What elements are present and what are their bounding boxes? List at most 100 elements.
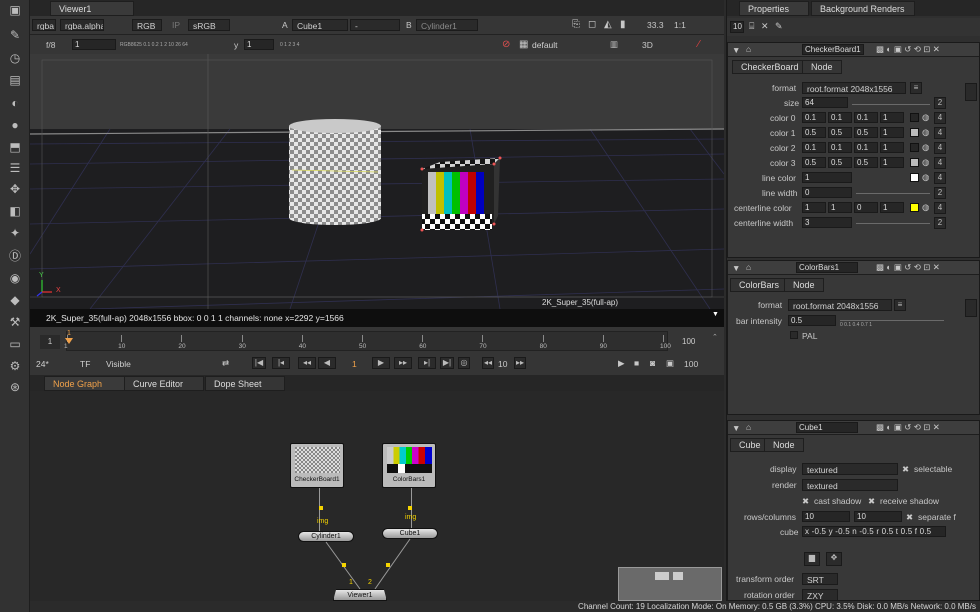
bar-intensity-field[interactable]: 0.5 — [788, 315, 836, 326]
color-channels-button[interactable]: 4 — [934, 112, 946, 124]
lock-icon[interactable]: ⌸ — [749, 21, 754, 32]
color-swatch[interactable] — [910, 128, 919, 137]
panel-tools-icon[interactable]: ▩ ◐ ▣ ↺ ⟲ ⊡ ✕ — [876, 422, 940, 433]
transform-order-dropdown[interactable]: SRT — [802, 573, 838, 585]
color-component-field[interactable]: 1 — [880, 142, 904, 153]
tf-dropdown[interactable]: TF — [76, 358, 100, 370]
fps-dropdown[interactable]: 24* — [32, 358, 72, 370]
selectable-checkbox[interactable]: ✖ — [902, 464, 909, 475]
node-cylinder[interactable]: Cylinder1 — [298, 531, 354, 542]
fstop-label[interactable]: f/8 — [46, 40, 55, 50]
3d-icon[interactable]: ◧ — [6, 203, 24, 219]
color-component-field[interactable]: 0.1 — [854, 112, 878, 123]
curve-icon[interactable] — [965, 83, 977, 101]
visible-dropdown[interactable]: Visible — [102, 358, 144, 370]
format-edit-button[interactable]: ≡ — [910, 82, 922, 94]
color-component-field[interactable]: 0.1 — [854, 142, 878, 153]
info-collapse-icon[interactable]: ▼ — [712, 311, 719, 318]
nuke-icon[interactable]: ⊛ — [6, 379, 24, 395]
tab-properties[interactable]: Properties — [739, 1, 809, 16]
tab-dope-sheet[interactable]: Dope Sheet — [205, 376, 285, 391]
tab-node[interactable]: Node — [764, 438, 804, 452]
line-width-slider[interactable] — [856, 190, 930, 194]
line-width-channels[interactable]: 2 — [934, 187, 946, 199]
line-color-swatch[interactable] — [910, 173, 919, 182]
filter-icon[interactable]: ● — [6, 117, 24, 133]
a-input-dropdown[interactable]: Cube1 — [292, 19, 348, 31]
color-icon[interactable]: ◐ — [6, 95, 24, 111]
render-icon[interactable]: ■ — [634, 358, 639, 368]
color-picker-icon[interactable]: ◍ — [922, 127, 929, 138]
color-component-field[interactable]: 0.5 — [802, 157, 826, 168]
node-colorbars[interactable]: ColorBars1 — [382, 443, 436, 488]
pencil-icon[interactable]: ✎ — [775, 21, 783, 32]
particles-icon[interactable]: ✦ — [6, 225, 24, 241]
pick-icon[interactable]: ⁄ — [698, 39, 700, 50]
end-frame[interactable]: 100 — [684, 359, 698, 369]
gain-slider-ticks[interactable]: RGB8625 0.1 0.2 1 2 10 26 64 — [120, 42, 188, 48]
format-edit-button[interactable]: ≡ — [894, 299, 906, 311]
image-icon[interactable]: ▣ — [6, 2, 24, 18]
node-color-icon[interactable]: ⌂ — [746, 422, 751, 432]
max-panels-field[interactable]: 10 — [730, 21, 744, 33]
display-dropdown[interactable]: textured — [802, 463, 898, 475]
line-width-field[interactable]: 0 — [802, 187, 852, 198]
next-increment-button[interactable]: ▸▸ — [394, 357, 412, 369]
composite-dropdown[interactable]: - — [350, 19, 400, 31]
centerline-width-channels[interactable]: 2 — [934, 217, 946, 229]
tab-curve-editor[interactable]: Curve Editor — [124, 376, 204, 391]
color-swatch[interactable] — [910, 158, 919, 167]
wipe-icon[interactable]: ⎘ — [572, 19, 580, 30]
merge-icon[interactable]: ☰ — [6, 160, 24, 176]
time-icon[interactable]: ◷ — [6, 50, 24, 66]
color-component-field[interactable]: 0.5 — [828, 127, 852, 138]
current-frame[interactable]: 1 — [352, 359, 357, 369]
color-picker-icon[interactable]: ◍ — [922, 202, 929, 213]
step-forward-button[interactable]: ▸▸ — [514, 357, 526, 369]
no-input-icon[interactable]: ⊘ — [502, 39, 510, 50]
zoom-value[interactable]: 33.3 — [647, 20, 664, 30]
node-name-field[interactable]: Cube1 — [796, 422, 858, 433]
play-forward-button[interactable]: ▶ — [372, 357, 390, 369]
node-viewer[interactable]: Viewer1 — [333, 589, 387, 601]
tab-viewer[interactable]: Viewer1 — [50, 1, 134, 16]
collapse-icon[interactable]: ▼ — [732, 263, 740, 273]
line-color-channels[interactable]: 4 — [934, 172, 946, 184]
centerline-color-r[interactable]: 1 — [802, 202, 826, 213]
tab-colorbars[interactable]: ColorBars — [730, 278, 789, 292]
stop-button[interactable]: ◎ — [458, 357, 470, 369]
timeline-ruler[interactable]: 1 10 20 30 40 50 60 70 80 90 100 1 — [64, 330, 671, 351]
panel-tools-icon[interactable]: ▩ ◐ ▣ ↺ ⟲ ⊡ ✕ — [876, 262, 940, 273]
playhead-marker[interactable] — [65, 338, 73, 344]
tab-node-graph[interactable]: Node Graph — [44, 376, 126, 391]
columns-field[interactable]: 10 — [854, 511, 902, 522]
bar-intensity-slider[interactable] — [840, 317, 944, 321]
size-channels-button[interactable]: 2 — [934, 97, 946, 109]
node-color-icon[interactable]: ⌂ — [746, 44, 751, 54]
line-color-field[interactable]: 1 — [802, 172, 852, 183]
step-back-button[interactable]: ◂◂ — [482, 357, 494, 369]
ip-toggle[interactable]: IP — [172, 20, 180, 30]
color-component-field[interactable]: 0.5 — [854, 127, 878, 138]
prev-keyframe-button[interactable]: |◂ — [272, 357, 290, 369]
next-keyframe-button[interactable]: ▸| — [418, 357, 436, 369]
timeline-end[interactable]: 100 — [682, 335, 710, 349]
timeline-scroll-icon[interactable]: ⌃ — [712, 333, 718, 341]
channel-icon[interactable]: ▤ — [6, 72, 24, 88]
channels-dropdown[interactable]: rgba — [32, 19, 56, 31]
roi-icon[interactable]: ◻ — [588, 19, 596, 30]
metadata-icon[interactable]: ◆ — [6, 292, 24, 308]
rows-field[interactable]: 10 — [802, 511, 850, 522]
play-backward-button[interactable]: ◀ — [318, 357, 336, 369]
rotation-order-dropdown[interactable]: ZXY — [802, 589, 838, 601]
collapse-icon[interactable]: ▼ — [732, 45, 740, 55]
proxy-dropdown[interactable]: default — [528, 39, 572, 51]
transform-icon[interactable]: ✥ — [6, 181, 24, 197]
monitor-icon[interactable]: ▣ — [666, 358, 674, 369]
centerline-width-slider[interactable] — [856, 220, 930, 224]
tab-checkerboard[interactable]: CheckerBoard — [732, 60, 808, 74]
color-component-field[interactable]: 0.5 — [854, 157, 878, 168]
step-value[interactable]: 10 — [498, 359, 507, 369]
gain-field[interactable]: 1 — [72, 39, 116, 50]
node-graph-navigator[interactable] — [618, 567, 722, 601]
